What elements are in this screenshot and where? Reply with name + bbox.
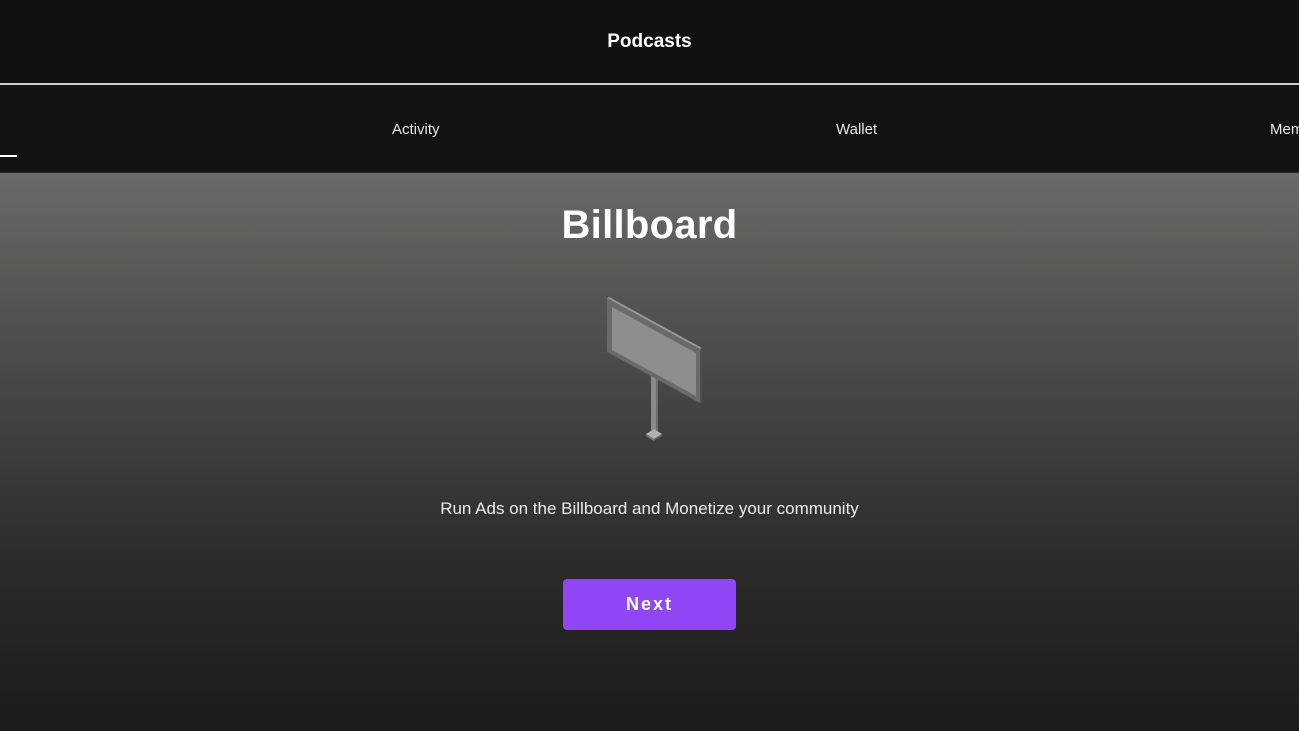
tab-activity[interactable]: Activity (392, 121, 440, 138)
billboard-tagline: Run Ads on the Billboard and Monetize yo… (440, 499, 859, 518)
active-tab-indicator (0, 155, 17, 157)
tab-bar: Activity Wallet Mem (0, 87, 1299, 173)
billboard-icon (607, 297, 702, 441)
billboard-heading: Billboard (561, 203, 738, 247)
page: Podcasts Activity Wallet Mem Billboard R… (0, 0, 1299, 731)
billboard-panel: Billboard Run Ads on the Billboard and M… (0, 173, 1299, 731)
tab-members[interactable]: Mem (1270, 121, 1299, 138)
page-title: Podcasts (607, 31, 692, 52)
top-bar: Podcasts (0, 0, 1299, 85)
next-button[interactable]: Next (563, 579, 736, 630)
tab-wallet[interactable]: Wallet (836, 121, 877, 138)
